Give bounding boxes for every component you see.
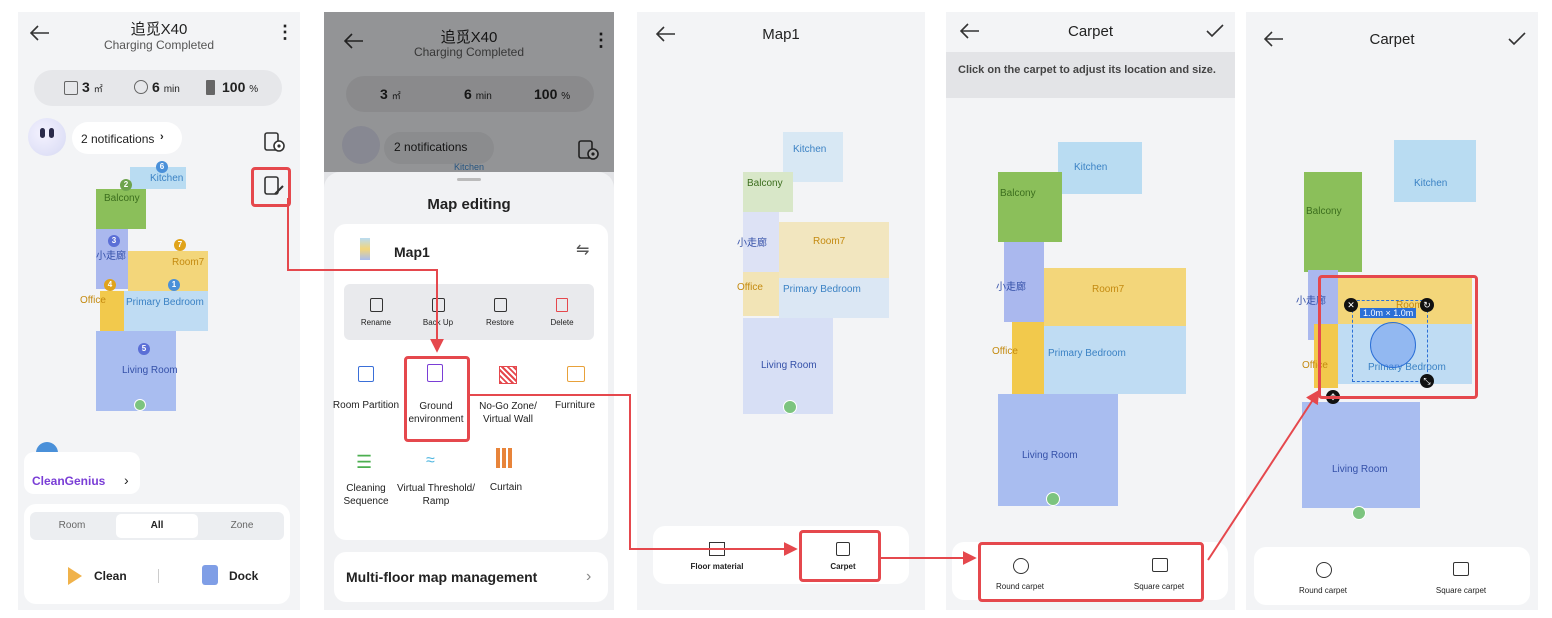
annotation-arrows bbox=[287, 198, 1320, 565]
arrow-edit-to-ground-env bbox=[287, 198, 444, 353]
arrow-options-to-selection bbox=[1207, 389, 1320, 561]
arrow-ground-env-to-carpet bbox=[470, 394, 798, 556]
